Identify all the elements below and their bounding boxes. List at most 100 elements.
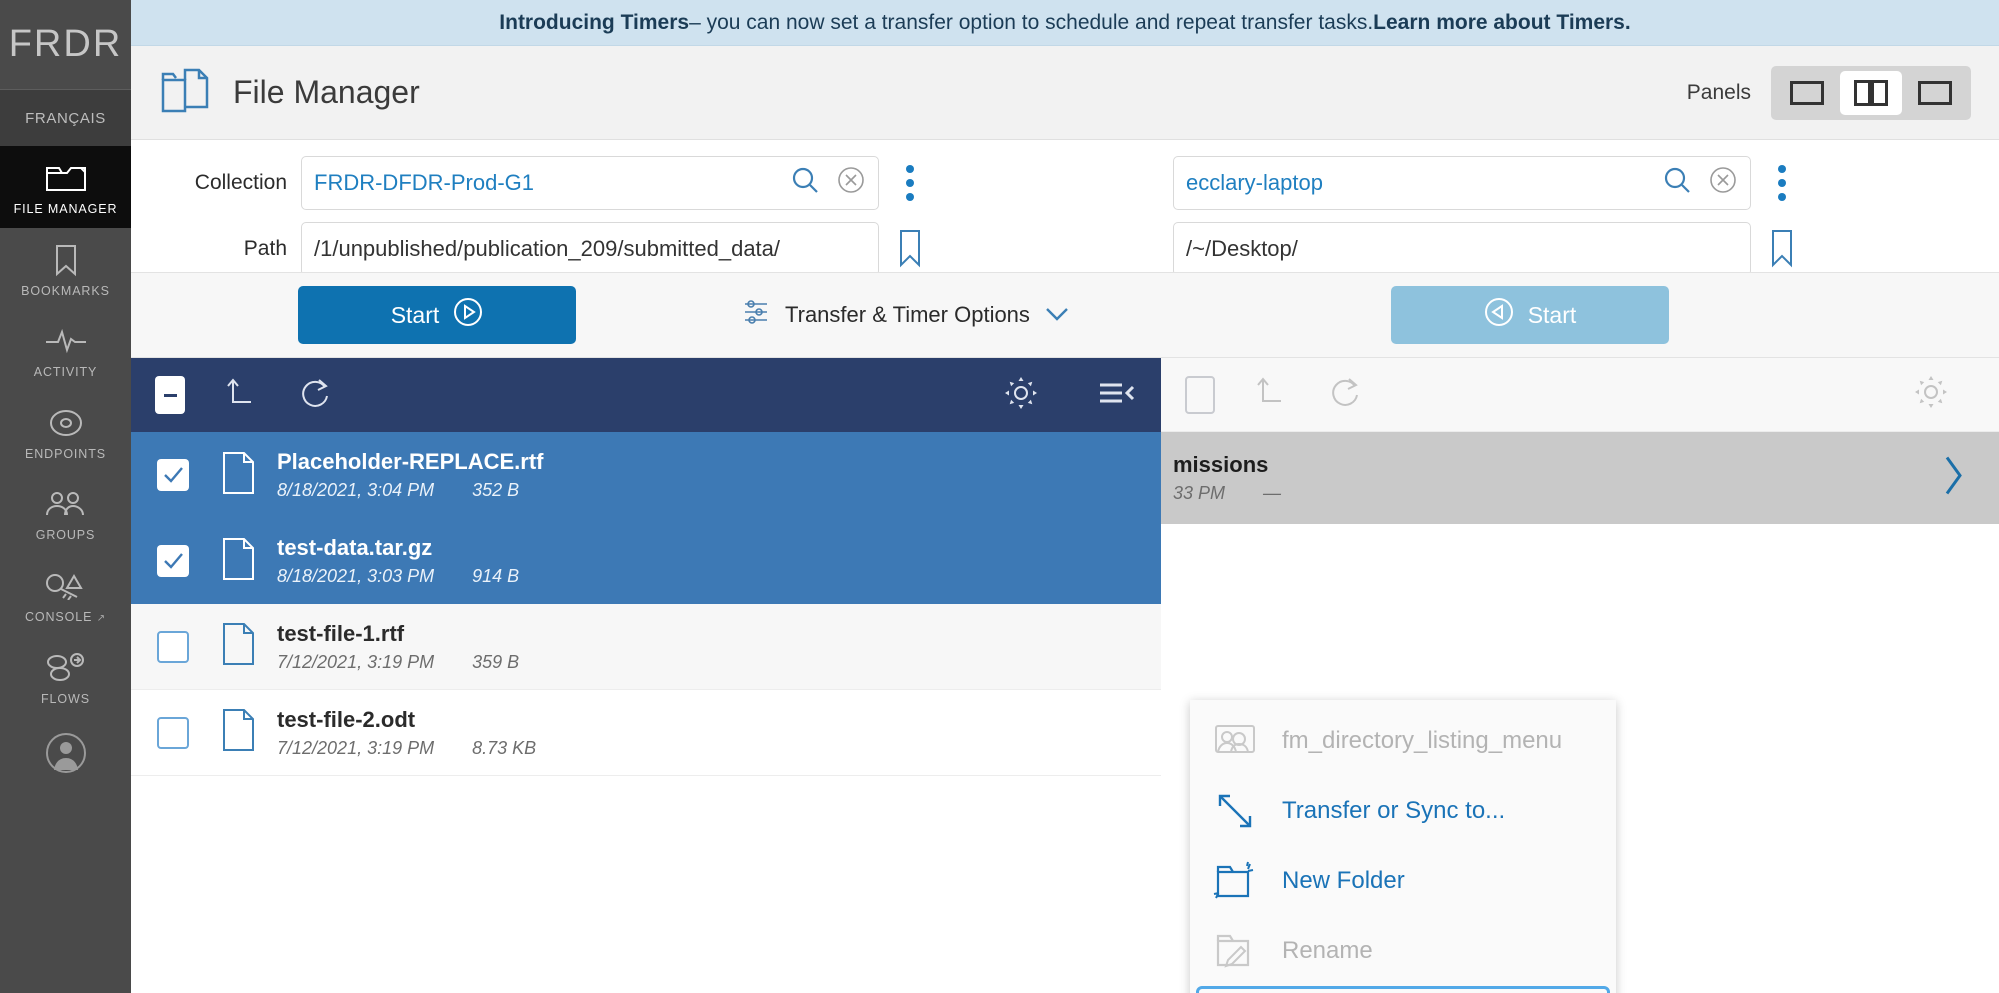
- sidebar-item-flows[interactable]: FLOWS: [0, 636, 131, 718]
- banner-lead: Introducing Timers: [499, 10, 690, 34]
- up-arrow-icon[interactable]: [225, 376, 259, 415]
- file-date: 33 PM: [1173, 483, 1226, 503]
- menu-title-label: fm_directory_listing_menu: [1282, 727, 1563, 754]
- menu-item-transfer-or-sync[interactable]: Transfer or Sync to...: [1190, 776, 1616, 846]
- language-toggle[interactable]: FRANÇAIS: [0, 90, 131, 146]
- directory-listing-menu: fm_directory_listing_menu Transfer or Sy…: [1190, 700, 1616, 993]
- table-row[interactable]: missions 33 PM —: [1161, 432, 1999, 524]
- sidebar-item-label: FLOWS: [41, 691, 90, 706]
- content-area: Collection FRDR-DFDR-Prod-G1 ecclary-lap…: [131, 140, 1999, 993]
- row-checkbox[interactable]: [157, 459, 189, 491]
- sidebar-item-label: GROUPS: [35, 528, 96, 542]
- search-icon[interactable]: [1662, 165, 1692, 201]
- permissions-people-icon: [1212, 723, 1258, 759]
- sidebar: FRDR FRANÇAIS FILE MANAGER BOOKMARKS ACT…: [0, 0, 131, 993]
- right-path-input[interactable]: /~/Desktop/: [1173, 222, 1751, 276]
- menu-title: fm_directory_listing_menu: [1190, 706, 1616, 776]
- play-left-icon: [1484, 297, 1514, 333]
- sidebar-item-activity[interactable]: ACTIVITY: [0, 309, 131, 391]
- search-icon[interactable]: [790, 165, 820, 201]
- transfer-options-label: Transfer & Timer Options: [785, 302, 1030, 327]
- banner-link[interactable]: Learn more about Timers.: [1373, 11, 1631, 35]
- page-title: File Manager: [233, 74, 420, 110]
- clear-icon[interactable]: [836, 165, 866, 201]
- right-collection-input[interactable]: ecclary-laptop: [1173, 156, 1751, 210]
- sidebar-item-bookmarks[interactable]: BOOKMARKS: [0, 228, 131, 310]
- table-row[interactable]: test-file-1.rtf 7/12/2021, 3:19 PM 359 B: [131, 604, 1161, 690]
- menu-item-delete-selected[interactable]: Delete Selected: [1196, 986, 1610, 993]
- path-label: Path: [243, 237, 287, 260]
- path-row: Path /1/unpublished/publication_209/subm…: [131, 222, 1999, 276]
- left-panel-kebab-menu[interactable]: [889, 165, 931, 201]
- app-root: FRDR FRANÇAIS FILE MANAGER BOOKMARKS ACT…: [0, 0, 1999, 993]
- file-manager-folder-icon: [157, 64, 215, 121]
- left-collection-input[interactable]: FRDR-DFDR-Prod-G1: [301, 156, 879, 210]
- file-panes: Placeholder-REPLACE.rtf 8/18/2021, 3:04 …: [131, 358, 1999, 948]
- right-path-value: /~/Desktop/: [1186, 236, 1298, 261]
- sidebar-item-label: BOOKMARKS: [21, 283, 110, 298]
- left-collection-value: FRDR-DFDR-Prod-G1: [314, 170, 534, 195]
- right-bookmark-icon[interactable]: [1761, 229, 1803, 269]
- transfer-timer-options-toggle[interactable]: Transfer & Timer Options: [741, 297, 1070, 333]
- file-date: 7/12/2021, 3:19 PM: [277, 737, 435, 758]
- start-transfer-left-button[interactable]: Start: [298, 286, 576, 344]
- menu-item-rename[interactable]: Rename: [1190, 916, 1616, 986]
- bookmark-icon: [53, 242, 79, 278]
- clear-icon[interactable]: [1708, 165, 1738, 201]
- sidebar-item-label: CONSOLE ↗: [24, 609, 106, 624]
- left-path-input[interactable]: /1/unpublished/publication_209/submitted…: [301, 222, 879, 276]
- user-avatar-icon: [45, 733, 87, 773]
- start-transfer-right-wrap: Start: [1391, 286, 1669, 344]
- refresh-icon[interactable]: [1329, 374, 1363, 415]
- list-menu-icon[interactable]: [1097, 378, 1137, 413]
- sidebar-console-label: CONSOLE: [24, 609, 93, 624]
- chevron-down-icon: [1044, 302, 1070, 328]
- left-path-value: /1/unpublished/publication_209/submitted…: [314, 236, 781, 261]
- file-icon: [221, 708, 255, 757]
- panel-layout-wide-button[interactable]: [1904, 71, 1966, 115]
- file-icon: [221, 451, 255, 500]
- row-checkbox[interactable]: [157, 545, 189, 577]
- sidebar-item-label: FILE MANAGER: [13, 202, 118, 216]
- start-transfer-right-button[interactable]: Start: [1391, 286, 1669, 344]
- select-all-partial-checkbox[interactable]: [155, 376, 185, 414]
- collection-row: Collection FRDR-DFDR-Prod-G1 ecclary-lap…: [131, 156, 1999, 210]
- sidebar-item-endpoints[interactable]: ENDPOINTS: [0, 391, 131, 473]
- folder-icon: [43, 160, 89, 196]
- menu-item-label: Rename: [1282, 937, 1373, 964]
- panel-layout-single-button[interactable]: [1776, 71, 1838, 115]
- sidebar-item-groups[interactable]: GROUPS: [0, 472, 131, 554]
- activity-pulse-icon: [44, 323, 88, 359]
- row-checkbox[interactable]: [157, 716, 189, 749]
- sidebar-item-label: ACTIVITY: [33, 365, 98, 379]
- up-arrow-icon[interactable]: [1255, 375, 1289, 414]
- menu-item-label: Transfer or Sync to...: [1282, 797, 1506, 824]
- promo-banner: Introducing Timers – you can now set a t…: [131, 0, 1999, 46]
- table-row[interactable]: test-file-2.odt 7/12/2021, 3:19 PM 8.73 …: [131, 690, 1161, 776]
- file-size: 359 B: [472, 651, 520, 672]
- gear-icon[interactable]: [1913, 374, 1949, 415]
- sidebar-item-label: ENDPOINTS: [24, 446, 107, 461]
- chevron-right-icon[interactable]: [1941, 454, 1965, 503]
- sidebar-item-console[interactable]: CONSOLE ↗: [0, 554, 131, 636]
- file-name: test-file-1.rtf: [277, 620, 405, 646]
- file-date: 8/18/2021, 3:04 PM: [277, 480, 435, 500]
- brand-logo[interactable]: FRDR: [0, 0, 131, 90]
- file-size: 8.73 KB: [472, 737, 537, 758]
- avatar[interactable]: [0, 717, 131, 783]
- select-all-checkbox[interactable]: [1185, 375, 1215, 414]
- menu-item-new-folder[interactable]: New Folder: [1190, 846, 1616, 916]
- refresh-icon[interactable]: [299, 375, 333, 416]
- left-file-pane: Placeholder-REPLACE.rtf 8/18/2021, 3:04 …: [131, 358, 1161, 948]
- sidebar-item-file-manager[interactable]: FILE MANAGER: [0, 146, 131, 228]
- table-row[interactable]: Placeholder-REPLACE.rtf 8/18/2021, 3:04 …: [131, 432, 1161, 518]
- file-size: —: [1263, 483, 1282, 503]
- table-row[interactable]: test-data.tar.gz 8/18/2021, 3:03 PM 914 …: [131, 518, 1161, 604]
- panel-layout-two-button[interactable]: [1840, 70, 1902, 115]
- panels-label: Panels: [1686, 80, 1751, 104]
- people-icon: [43, 486, 89, 522]
- gear-icon[interactable]: [1003, 375, 1039, 416]
- right-panel-kebab-menu[interactable]: [1761, 165, 1803, 201]
- row-checkbox[interactable]: [157, 630, 189, 663]
- left-bookmark-icon[interactable]: [889, 229, 931, 269]
